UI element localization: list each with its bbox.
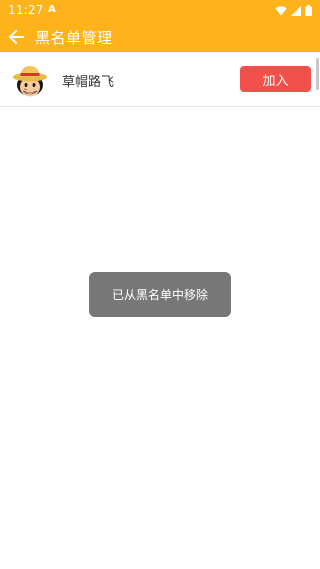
arrow-left-icon (8, 29, 24, 45)
toast-message: 已从黑名单中移除 (89, 272, 231, 317)
back-button[interactable] (4, 25, 28, 49)
battery-icon (305, 5, 312, 16)
signal-icon (291, 5, 301, 16)
screen: 11:27 A 黑名单管理 草帽路飞 加入 已从黑名单中移除 (0, 0, 320, 569)
list-item: 草帽路飞 加入 (0, 52, 320, 107)
user-name: 草帽路飞 (62, 75, 115, 90)
notification-a-icon: A (48, 4, 56, 15)
scrollbar[interactable] (316, 58, 319, 90)
status-icons (275, 5, 312, 16)
straw-hat-avatar-icon (13, 66, 47, 97)
avatar (12, 63, 48, 99)
app-bar: 黑名单管理 (0, 22, 320, 52)
wifi-icon (275, 5, 287, 15)
page-title: 黑名单管理 (35, 29, 113, 47)
status-bar: 11:27 A (0, 0, 320, 22)
add-to-blacklist-button[interactable]: 加入 (240, 66, 311, 92)
status-time: 11:27 (8, 3, 44, 17)
